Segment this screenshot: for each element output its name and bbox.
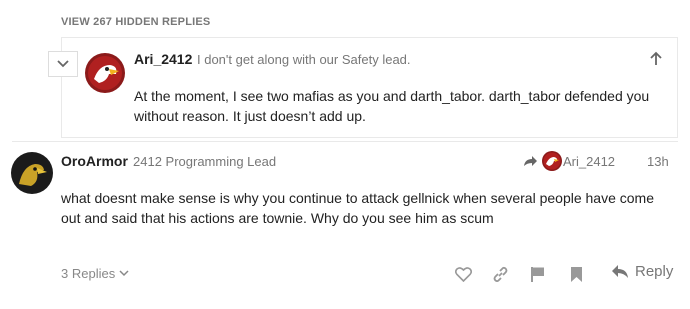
- like-button[interactable]: [454, 263, 472, 285]
- link-icon: [493, 266, 507, 282]
- embedded-parent-post: Ari_2412 I don't get along with our Safe…: [48, 37, 678, 138]
- post-timestamp[interactable]: 13h: [647, 154, 669, 169]
- heart-icon: [454, 266, 472, 282]
- embedded-post-body: At the moment, I see two mafias as you a…: [134, 88, 650, 124]
- post-user-title: 2412 Programming Lead: [133, 154, 277, 169]
- reply-icon: [612, 265, 628, 278]
- post-divider: [12, 141, 678, 142]
- view-hidden-replies-link[interactable]: VIEW 267 HIDDEN REPLIES: [61, 16, 210, 28]
- post-username[interactable]: OroArmor: [61, 153, 128, 169]
- reply-to-username: Ari_2412: [563, 153, 616, 169]
- embedded-user-title: I don't get along with our Safety lead.: [197, 52, 411, 67]
- bookmark-button[interactable]: [567, 263, 585, 285]
- reply-button-label: Reply: [635, 263, 674, 280]
- avatar-ari[interactable]: [85, 53, 125, 93]
- reply-arrow-icon: [524, 156, 537, 166]
- reply-button[interactable]: Reply: [611, 263, 673, 280]
- collapse-embedded-button[interactable]: [48, 51, 78, 77]
- avatar-ari-small: [542, 151, 562, 171]
- reply-to-tab[interactable]: Ari_2412: [523, 151, 615, 171]
- embedded-username[interactable]: Ari_2412: [134, 51, 192, 67]
- bookmark-icon: [570, 266, 582, 282]
- chevron-down-icon: [57, 60, 69, 68]
- flag-button[interactable]: [528, 263, 546, 285]
- copy-link-button[interactable]: [491, 263, 509, 285]
- avatar-oroarmor[interactable]: [11, 152, 53, 194]
- arrow-up-icon[interactable]: [648, 51, 664, 67]
- flag-icon: [530, 266, 544, 282]
- post-body: what doesnt make sense is why you contin…: [61, 190, 655, 226]
